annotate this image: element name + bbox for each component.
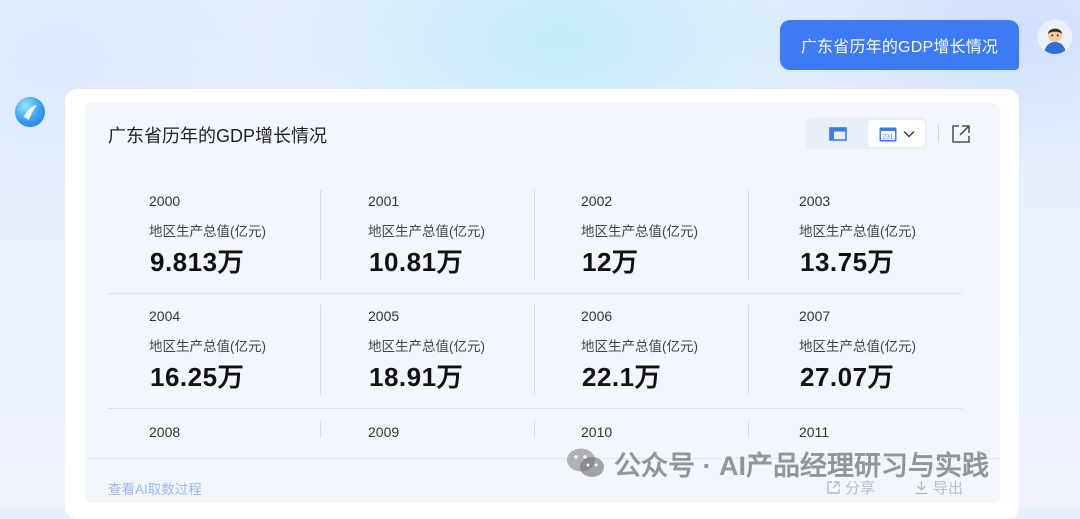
row-divider: [108, 293, 962, 294]
svg-text:231: 231: [882, 133, 893, 140]
user-message-text: 广东省历年的GDP增长情况: [800, 39, 999, 56]
metric-year: 2003: [799, 193, 831, 209]
table-view-button[interactable]: [808, 120, 868, 147]
column-divider: [534, 190, 535, 280]
ai-process-link[interactable]: 查看AI取数过程: [108, 478, 202, 498]
metric-year: 2005: [368, 308, 400, 324]
metric-label: 地区生产总值(亿元): [149, 339, 266, 354]
watermark: 公众号 · AI产品经理研习与实践: [566, 445, 989, 481]
metric-year: 2009: [368, 424, 400, 440]
metric-year: 2007: [799, 308, 831, 324]
metric-label: 地区生产总值(亿元): [799, 224, 916, 239]
metric-value: 10.81万: [369, 247, 464, 277]
metric-year: 2010: [581, 424, 613, 440]
calendar-icon: 231: [879, 127, 896, 141]
metric-year: 2004: [149, 308, 181, 324]
toolbar-divider: [938, 124, 939, 142]
view-toggle: 231: [806, 118, 927, 149]
metric-value: 27.07万: [800, 362, 895, 392]
column-divider: [534, 420, 535, 438]
chart-type-dropdown[interactable]: 231: [868, 120, 925, 147]
metric-label: 地区生产总值(亿元): [799, 339, 916, 354]
metric-year: 2002: [581, 193, 613, 209]
metric-label: 地区生产总值(亿元): [368, 339, 485, 354]
metric-label: 地区生产总值(亿元): [149, 224, 266, 239]
wechat-icon: [567, 448, 604, 477]
table-view-icon: [829, 126, 847, 141]
column-divider: [534, 305, 535, 395]
metric-year: 2008: [149, 424, 181, 440]
chevron-down-icon: [902, 130, 915, 138]
user-avatar-icon: [1038, 20, 1072, 54]
metric-label: 地区生产总值(亿元): [581, 339, 698, 354]
metric-value: 18.91万: [369, 362, 464, 392]
metric-value: 13.75万: [800, 247, 895, 277]
watermark-text: 公众号 · AI产品经理研习与实践: [614, 450, 989, 481]
column-divider: [320, 420, 321, 438]
metric-value: 16.25万: [150, 362, 245, 392]
metric-label: 地区生产总值(亿元): [368, 224, 485, 239]
metric-value: 22.1万: [582, 362, 662, 392]
metric-value: 9.813万: [150, 247, 245, 277]
column-divider: [748, 305, 749, 395]
row-divider: [108, 408, 962, 409]
user-avatar[interactable]: [1038, 20, 1072, 54]
metric-value: 12万: [582, 247, 639, 277]
assistant-logo-icon: [15, 97, 45, 127]
metric-year: 2006: [581, 308, 613, 324]
column-divider: [748, 420, 749, 438]
column-divider: [320, 190, 321, 280]
user-message-bubble: 广东省历年的GDP增长情况: [780, 20, 1019, 70]
metric-year: 2011: [799, 424, 830, 440]
metric-year: 2000: [149, 193, 181, 209]
metric-year: 2001: [368, 193, 400, 209]
panel-title: 广东省历年的GDP增长情况: [108, 126, 328, 146]
expand-icon: [952, 125, 970, 143]
column-divider: [748, 190, 749, 280]
expand-button[interactable]: [951, 124, 971, 144]
metric-label: 地区生产总值(亿元): [581, 224, 698, 239]
column-divider: [320, 305, 321, 395]
